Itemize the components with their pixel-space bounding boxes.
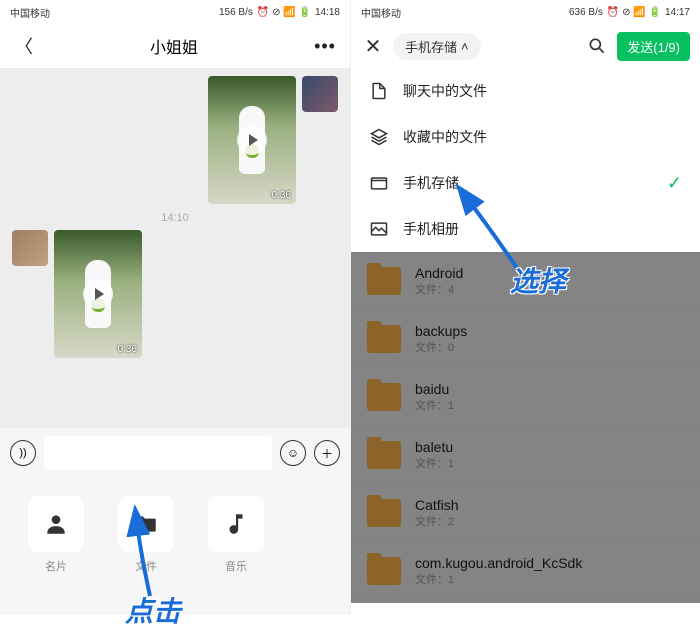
status-bar: 中国移动 636 B/s ⏰ ⊘ 📶 🔋 14:17 (351, 0, 700, 24)
status-time: 14:18 (315, 7, 340, 18)
status-time: 14:17 (665, 7, 690, 18)
plus-icon[interactable]: ＋ (314, 440, 340, 466)
folder-list[interactable]: Android文件：4 backups文件：0 baidu文件：1 baletu… (351, 252, 700, 603)
source-list: 聊天中的文件 收藏中的文件 手机存储 ✓ 手机相册 (351, 68, 700, 252)
message-input[interactable] (44, 436, 272, 470)
voice-icon[interactable] (10, 440, 36, 466)
status-speed: 636 B/s (569, 7, 603, 18)
chat-screen: 中国移动 156 B/s ⏰ ⊘ 📶 🔋 14:18 〈 小姐姐 ••• 0:3… (0, 0, 350, 615)
attach-contact[interactable]: 名片 (20, 496, 92, 597)
source-fav-files[interactable]: 收藏中的文件 (351, 114, 700, 160)
storage-dropdown[interactable]: 手机存储 ˄ (393, 33, 481, 60)
status-carrier: 中国移动 (361, 5, 401, 20)
file-picker-screen: 中国移动 636 B/s ⏰ ⊘ 📶 🔋 14:17 ✕ 手机存储 ˄ 发送(1… (350, 0, 700, 615)
status-icons: ⏰ ⊘ 📶 🔋 (607, 7, 661, 18)
video-message[interactable]: 0:36 (208, 76, 296, 204)
source-label: 聊天中的文件 (403, 81, 487, 101)
search-icon[interactable] (585, 34, 609, 58)
status-speed: 156 B/s (219, 7, 253, 18)
avatar[interactable] (12, 230, 48, 266)
source-label: 手机相册 (403, 219, 459, 239)
chat-header: 〈 小姐姐 ••• (0, 24, 350, 68)
timestamp: 14:10 (12, 212, 338, 224)
attach-label: 音乐 (225, 558, 247, 574)
contact-icon (28, 496, 84, 552)
play-icon (83, 279, 113, 309)
chevron-up-icon: ˄ (461, 39, 469, 54)
chat-title: 小姐姐 (150, 34, 198, 58)
source-chat-files[interactable]: 聊天中的文件 (351, 68, 700, 114)
source-phone-album[interactable]: 手机相册 (351, 206, 700, 252)
message-incoming: 0:36 (12, 230, 338, 358)
annotation-text: 选择 (510, 260, 566, 300)
storage-label: 手机存储 (405, 37, 457, 56)
source-label: 收藏中的文件 (403, 127, 487, 147)
video-duration: 0:36 (118, 344, 137, 355)
status-bar: 中国移动 156 B/s ⏰ ⊘ 📶 🔋 14:18 (0, 0, 350, 24)
avatar[interactable] (302, 76, 338, 112)
dim-overlay (351, 252, 700, 603)
folder-icon (118, 496, 174, 552)
source-phone-storage[interactable]: 手机存储 ✓ (351, 160, 700, 206)
status-carrier: 中国移动 (10, 5, 50, 20)
attach-file[interactable]: 文件 (110, 496, 182, 597)
send-button[interactable]: 发送(1/9) (617, 32, 690, 61)
message-outgoing: 0:36 (12, 76, 338, 204)
attach-music[interactable]: 音乐 (200, 496, 272, 597)
more-icon[interactable]: ••• (314, 36, 336, 57)
close-icon[interactable]: ✕ (361, 34, 385, 59)
chat-body[interactable]: 0:36 14:10 0:36 (0, 68, 350, 428)
attach-label: 名片 (45, 558, 67, 574)
file-header: ✕ 手机存储 ˄ 发送(1/9) (351, 24, 700, 68)
video-message[interactable]: 0:36 (54, 230, 142, 358)
emoji-icon[interactable]: ☺ (280, 440, 306, 466)
check-icon: ✓ (667, 173, 682, 194)
music-icon (208, 496, 264, 552)
status-icons: ⏰ ⊘ 📶 🔋 (257, 7, 311, 18)
video-duration: 0:36 (272, 190, 291, 201)
attach-label: 文件 (135, 558, 157, 574)
input-bar: ☺ ＋ (0, 428, 350, 478)
annotation-text: 点击 (125, 590, 181, 630)
play-icon (237, 125, 267, 155)
back-icon[interactable]: 〈 (14, 36, 34, 56)
source-label: 手机存储 (403, 173, 459, 193)
